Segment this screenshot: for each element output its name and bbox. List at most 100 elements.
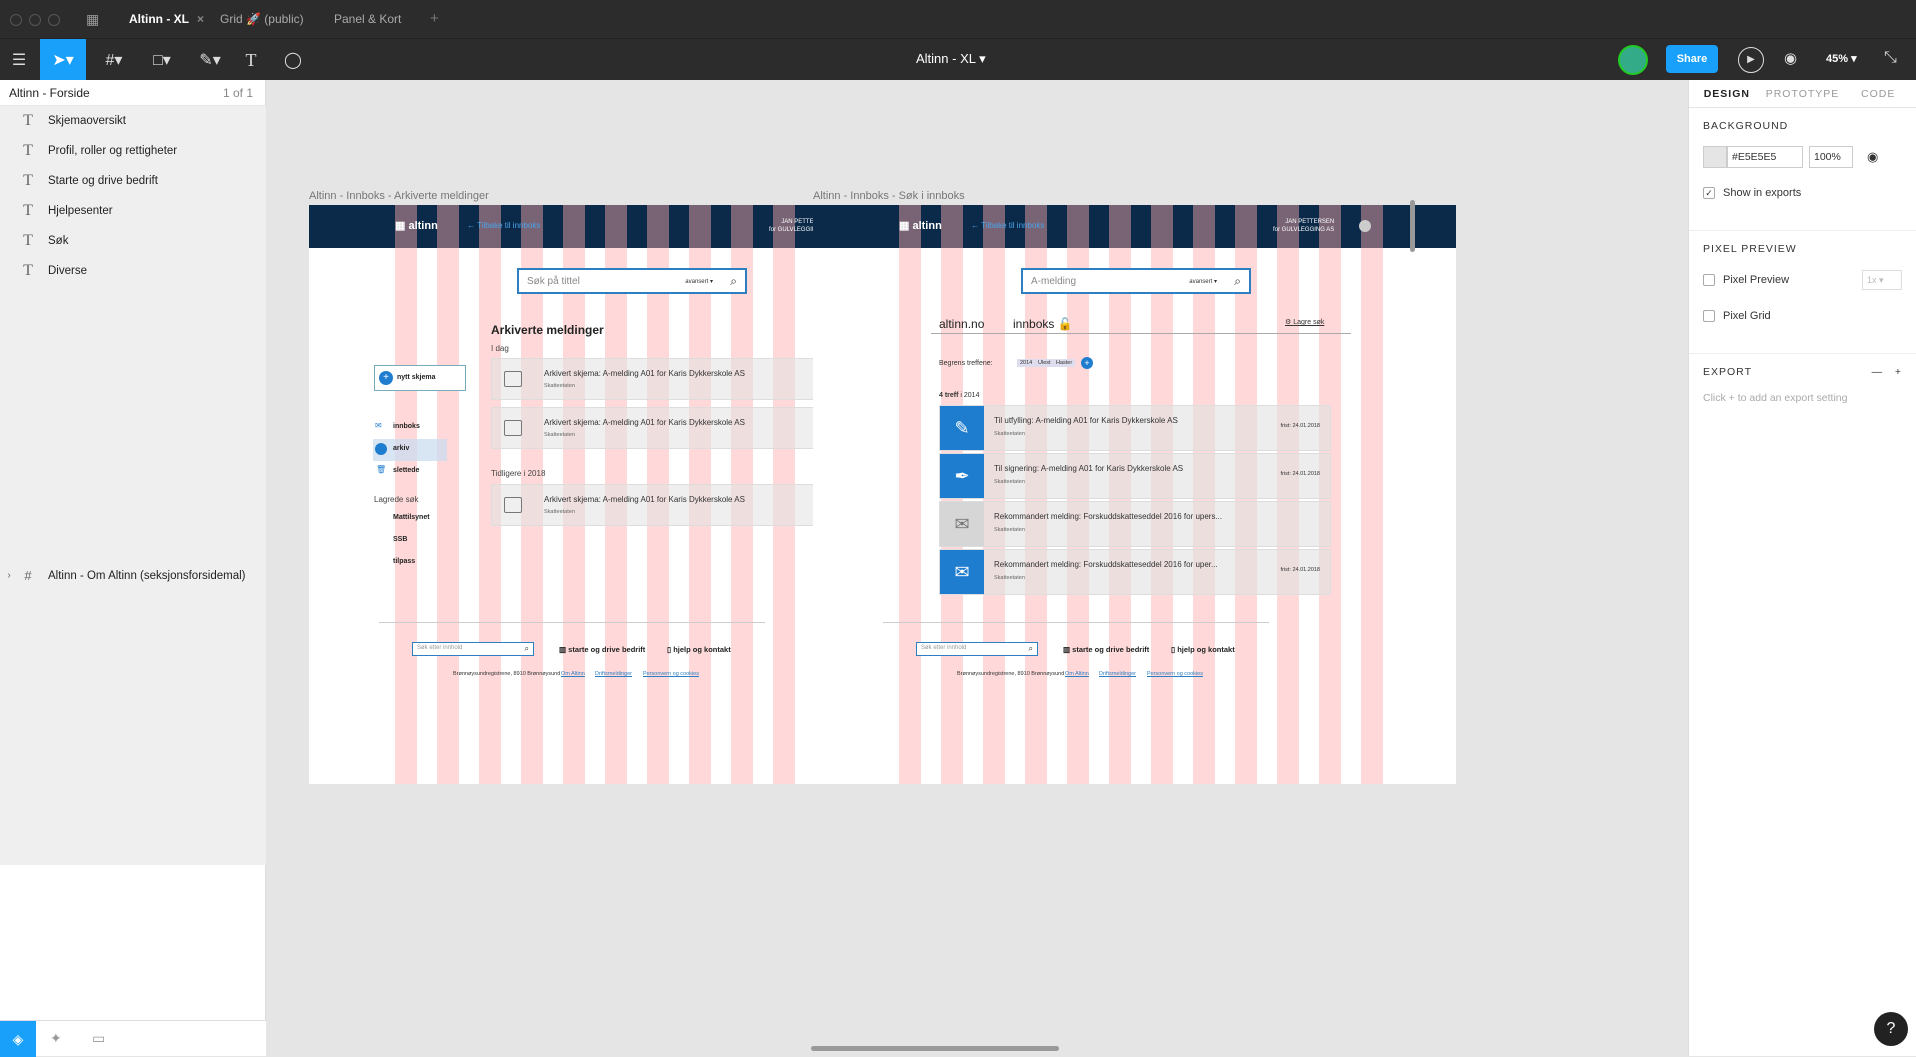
layer-item[interactable]: T Starte og drive bedrift: [0, 166, 265, 196]
footer-link[interactable]: Om Altinn: [561, 671, 585, 677]
footer-link[interactable]: Personvern og cookies: [1147, 671, 1203, 677]
pixel-grid-row[interactable]: Pixel Grid: [1703, 305, 1902, 327]
zoom-level[interactable]: 45% ▾: [1826, 52, 1857, 65]
add-filter-button[interactable]: +: [1081, 357, 1093, 369]
filter-chip[interactable]: Ulest: [1035, 359, 1054, 367]
back-link[interactable]: ← Tilbake til innboks: [467, 221, 540, 230]
saved-search-item[interactable]: SSB: [393, 536, 407, 543]
footer-search-input[interactable]: Søk etter innhold ⌕: [412, 642, 534, 656]
user-info[interactable]: JAN PETTERSEN for GULVLEGGING AS: [1273, 218, 1334, 234]
search-input[interactable]: A-melding avansert ▾ ⌕: [1021, 268, 1251, 294]
tab-grid[interactable]: Grid 🚀 (public): [206, 0, 318, 38]
rectangle-tool-icon[interactable]: □▾: [142, 39, 182, 81]
menu-icon[interactable]: ☰: [2, 39, 36, 81]
footer-link[interactable]: Om Altinn: [1065, 671, 1089, 677]
search-input[interactable]: Søk på tittel avansert ▾ ⌕: [517, 268, 747, 294]
footer-link-help[interactable]: ▯ hjelp og kontakt: [667, 645, 731, 654]
tab-prototype[interactable]: PROTOTYPE: [1765, 80, 1841, 107]
frame-label[interactable]: Altinn - Innboks - Arkiverte meldinger: [309, 190, 489, 202]
frame-label[interactable]: Altinn - Innboks - Søk i innboks: [813, 190, 965, 202]
back-link[interactable]: ← Tilbake til innboks: [971, 221, 1044, 230]
page-header[interactable]: Altinn - Forside 1 of 1: [0, 80, 265, 106]
layer-item[interactable]: T Skjemaoversikt: [0, 106, 265, 136]
maximize-window-button[interactable]: [48, 14, 60, 26]
components-icon[interactable]: ✦: [50, 1030, 62, 1047]
altinn-logo[interactable]: ▦ altinn: [395, 219, 438, 232]
saved-search-item[interactable]: Mattilsynet: [393, 514, 430, 521]
resize-icon[interactable]: ⤡: [1884, 49, 1897, 67]
message-card[interactable]: Arkivert skjema: A-melding A01 for Karis…: [491, 407, 817, 449]
opacity-input[interactable]: 100%: [1809, 146, 1853, 168]
footer-link-business[interactable]: ▥ starte og drive bedrift: [1063, 645, 1149, 654]
file-title[interactable]: Altinn - XL ▾: [916, 51, 986, 67]
eye-icon[interactable]: ◉: [1784, 49, 1797, 67]
footer-search-input[interactable]: Søk etter innhold ⌕: [916, 642, 1038, 656]
nav-archive[interactable]: arkiv: [393, 445, 409, 452]
tab-design[interactable]: DESIGN: [1689, 80, 1765, 107]
checkbox[interactable]: [1703, 274, 1715, 286]
pen-tool-icon[interactable]: ✎▾: [190, 39, 230, 81]
altinn-logo[interactable]: ▦ altinn: [899, 219, 942, 232]
footer-link[interactable]: Personvern og cookies: [643, 671, 699, 677]
frame-sok-i-innboks[interactable]: ▦ altinn ← Tilbake til innboks JAN PETTE…: [813, 205, 1456, 784]
breadcrumb-home[interactable]: altinn.no: [939, 317, 984, 331]
checkbox-checked[interactable]: ✓: [1703, 187, 1715, 199]
text-tool-icon[interactable]: T: [234, 39, 268, 81]
search-icon[interactable]: ⌕: [1234, 274, 1241, 289]
search-icon[interactable]: ⌕: [525, 644, 529, 654]
save-search-link[interactable]: ⚙ Lagre søk: [1285, 318, 1324, 326]
filter-chip[interactable]: Haster: [1053, 359, 1076, 367]
minimize-window-button[interactable]: [29, 14, 41, 26]
tab-code[interactable]: CODE: [1840, 80, 1916, 107]
layer-item[interactable]: T Hjelpesenter: [0, 196, 265, 226]
new-form-button[interactable]: + nytt skjema: [374, 365, 466, 391]
search-icon[interactable]: ⌕: [1029, 644, 1033, 654]
inbox-card[interactable]: ✎ Til utfylling: A-melding A01 for Karis …: [939, 405, 1331, 451]
inbox-card[interactable]: ✒ Til signering: A-melding A01 for Karis …: [939, 453, 1331, 499]
tab-altinn-xl[interactable]: Altinn - XL ×: [115, 0, 218, 38]
message-card[interactable]: Arkivert skjema: A-melding A01 for Karis…: [491, 358, 817, 400]
footer-link[interactable]: Driftsmeldinger: [595, 671, 632, 677]
help-button[interactable]: ?: [1874, 1012, 1908, 1046]
frame-tool-icon[interactable]: #▾: [94, 39, 134, 81]
share-button[interactable]: Share: [1666, 45, 1718, 73]
pixel-preview-row[interactable]: Pixel Preview 1x ▾: [1703, 269, 1902, 291]
checkbox[interactable]: [1703, 310, 1715, 322]
eye-icon[interactable]: ◉: [1867, 149, 1878, 165]
color-swatch[interactable]: [1703, 146, 1727, 168]
canvas[interactable]: Altinn - Innboks - Arkiverte meldinger ▦…: [266, 80, 1688, 1056]
comment-tool-icon[interactable]: ◯: [276, 39, 310, 81]
advanced-select[interactable]: avansert ▾: [1189, 278, 1217, 285]
avatar[interactable]: [1618, 45, 1648, 75]
breadcrumb-inbox[interactable]: innboks 🔓: [1013, 317, 1073, 331]
hex-input[interactable]: #E5E5E5: [1727, 146, 1803, 168]
tab-panel-kort[interactable]: Panel & Kort: [320, 0, 415, 38]
horizontal-scrollbar[interactable]: [811, 1046, 1059, 1051]
chevron-right-icon[interactable]: ›: [0, 570, 18, 581]
nav-deleted[interactable]: slettede: [393, 467, 419, 474]
move-tool-icon[interactable]: ➤▾: [40, 39, 86, 81]
layer-item[interactable]: T Søk: [0, 226, 265, 256]
nav-inbox[interactable]: innboks: [393, 423, 420, 430]
advanced-select[interactable]: avansert ▾: [685, 278, 713, 285]
add-tab-button[interactable]: +: [430, 10, 439, 27]
saved-search-item[interactable]: tilpass: [393, 558, 415, 565]
layer-item[interactable]: T Profil, roller og rettigheter: [0, 136, 265, 166]
footer-link-business[interactable]: ▥ starte og drive bedrift: [559, 645, 645, 654]
user-avatar[interactable]: [1359, 220, 1371, 232]
grid-icon[interactable]: ▦: [86, 11, 99, 28]
message-card[interactable]: Arkivert skjema: A-melding A01 for Karis…: [491, 484, 817, 526]
close-icon[interactable]: ×: [197, 12, 204, 26]
library-icon[interactable]: ▭: [92, 1030, 105, 1047]
close-window-button[interactable]: [10, 14, 22, 26]
layer-item[interactable]: T Diverse: [0, 256, 265, 286]
layers-icon[interactable]: ◈: [0, 1021, 36, 1057]
inbox-card[interactable]: ✉ Rekommandert melding: Forskuddskattesed…: [939, 501, 1331, 547]
scale-select[interactable]: 1x ▾: [1862, 270, 1902, 290]
vertical-scrollbar[interactable]: [1410, 200, 1415, 252]
inbox-card[interactable]: ✉ Rekommandert melding: Forskuddskattesed…: [939, 549, 1331, 595]
footer-link-help[interactable]: ▯ hjelp og kontakt: [1171, 645, 1235, 654]
filter-chip[interactable]: 2014: [1017, 359, 1036, 367]
search-icon[interactable]: ⌕: [730, 274, 737, 289]
show-in-exports-row[interactable]: ✓ Show in exports: [1703, 182, 1902, 204]
